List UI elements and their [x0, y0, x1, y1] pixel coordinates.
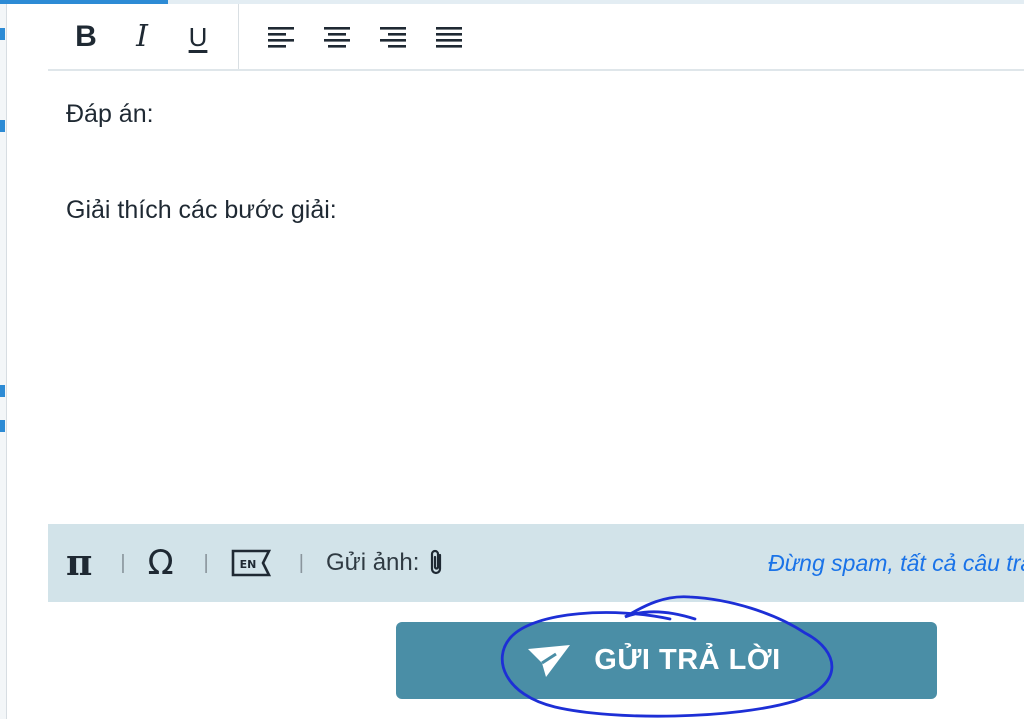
align-center-button[interactable] [309, 17, 365, 57]
format-group: B I U [48, 4, 239, 69]
align-justify-icon [436, 26, 462, 48]
align-group [239, 4, 477, 69]
editor-bottom-bar: π | Ω | EN | Gửi ảnh: Đừng spam, tất cả … [48, 524, 1024, 602]
underline-label: U [188, 21, 208, 52]
left-window-edge [0, 0, 7, 719]
separator: | [203, 551, 209, 574]
keyboard-en-icon: EN [231, 549, 271, 577]
omega-icon: Ω [147, 543, 174, 583]
paperclip-icon [431, 549, 442, 575]
separator: | [298, 551, 304, 574]
special-char-button[interactable]: Ω [148, 543, 174, 583]
editor-content[interactable]: Đáp án: Giải thích các bước giải: [66, 100, 337, 225]
bold-label: B [75, 19, 97, 53]
italic-button[interactable]: I [114, 17, 170, 57]
editor-toolbar: B I U [48, 4, 1024, 71]
annotation-circle [500, 595, 834, 718]
explanation-line: Giải thích các bước giải: [66, 196, 337, 224]
keyboard-en-label: EN [239, 558, 256, 571]
language-keyboard-button[interactable]: EN [231, 548, 271, 578]
bold-button[interactable]: B [58, 17, 114, 57]
align-center-icon [324, 26, 350, 48]
pi-icon: π [66, 542, 93, 584]
insert-tools: π | Ω | EN | Gửi ảnh: [48, 542, 447, 584]
align-right-button[interactable] [365, 17, 421, 57]
answer-editor[interactable]: B I U Đáp án: Giải thích các bước giải: [48, 4, 1024, 524]
math-formula-button[interactable]: π [66, 542, 92, 584]
align-justify-button[interactable] [421, 17, 477, 57]
spam-notice: Đừng spam, tất cả câu trả [768, 550, 1024, 576]
answer-line: Đáp án: [66, 100, 154, 128]
align-left-button[interactable] [253, 17, 309, 57]
align-right-icon [380, 26, 406, 48]
italic-label: I [136, 18, 148, 54]
underline-button[interactable]: U [170, 17, 226, 57]
upload-image-button[interactable] [427, 548, 447, 578]
separator: | [120, 551, 126, 574]
align-left-icon [268, 26, 294, 48]
upload-image-label: Gửi ảnh: [325, 549, 420, 576]
